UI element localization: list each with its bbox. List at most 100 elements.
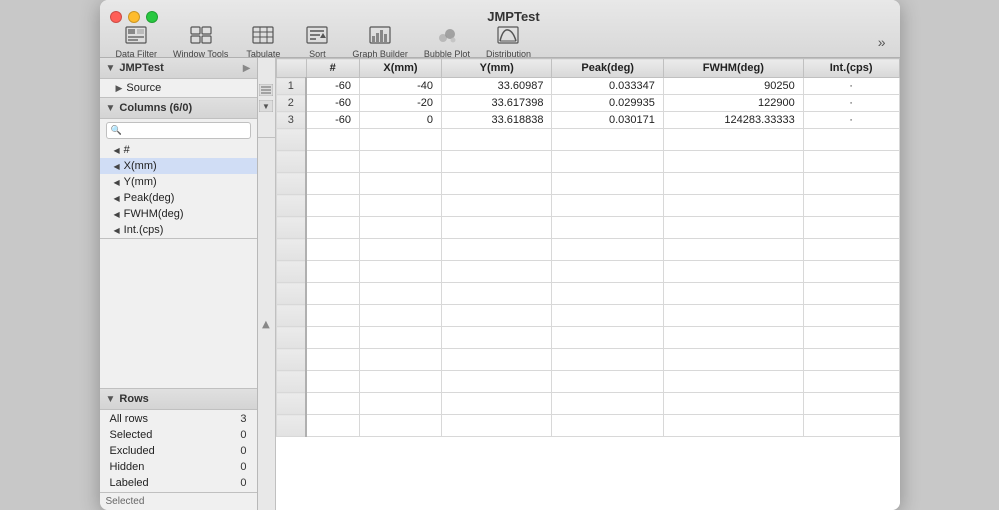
- col-triangle-icon: ◀: [114, 210, 120, 219]
- sidebar: ▼ JMPTest ▶ ▶ Source ▼ Columns (6/0) 🔍: [100, 58, 258, 510]
- toolbar-data-filter[interactable]: Data Filter: [110, 24, 164, 61]
- columns-search[interactable]: 🔍: [106, 122, 251, 139]
- title-bar: JMPTest Data Filter: [100, 0, 900, 58]
- column-item-int[interactable]: ◀ Int.(cps): [100, 222, 257, 238]
- rows-section-header[interactable]: ▼ Rows: [100, 388, 257, 410]
- col-header-fwhm[interactable]: FWHM(deg): [663, 59, 803, 78]
- rows-selected-value: 0: [214, 428, 254, 442]
- columns-section-label: Columns (6/0): [119, 102, 250, 114]
- cell-3-int: ·: [803, 112, 899, 129]
- cell-2-hash: -60: [306, 95, 359, 112]
- toolbar-distribution[interactable]: Distribution: [480, 24, 537, 61]
- table-row-empty: [276, 415, 899, 437]
- table-row-empty: [276, 393, 899, 415]
- column-item-x[interactable]: ◀ X(mm): [100, 158, 257, 174]
- cell-3-fwhm: 124283.33333: [663, 112, 803, 129]
- col-triangle-icon: ◀: [114, 194, 120, 203]
- col-name-peak: Peak(deg): [124, 192, 175, 204]
- table-row-empty: [276, 327, 899, 349]
- maximize-button[interactable]: [146, 11, 158, 23]
- columns-arrow-icon: ▼: [106, 103, 116, 114]
- jmptest-section: ▼ JMPTest ▶ ▶ Source: [100, 58, 257, 98]
- rows-labeled: Labeled 0: [102, 476, 255, 490]
- rows-section: ▼ Rows All rows 3 Selected 0 Excluded 0: [100, 388, 257, 510]
- close-button[interactable]: [110, 11, 122, 23]
- data-table-container[interactable]: # X(mm) Y(mm) Peak(deg) FWHM(deg) Int.(c…: [276, 58, 900, 510]
- col-triangle-icon: ◀: [114, 226, 120, 235]
- table-row: 2 -60 -20 33.617398 0.029935 122900 ·: [276, 95, 899, 112]
- toolbar: Data Filter Window Tools: [100, 29, 900, 57]
- main-layout: ▼ JMPTest ▶ ▶ Source ▼ Columns (6/0) 🔍: [100, 58, 900, 510]
- col-header-int[interactable]: Int.(cps): [803, 59, 899, 78]
- data-filter-label: Data Filter: [116, 49, 158, 59]
- col-name-int: Int.(cps): [124, 224, 164, 236]
- cell-3-x: 0: [359, 112, 441, 129]
- toolbar-window-tools[interactable]: Window Tools: [167, 24, 234, 61]
- rows-excluded-value: 0: [214, 444, 254, 458]
- rows-hidden-label: Hidden: [102, 460, 213, 474]
- rows-section-label: Rows: [119, 393, 148, 405]
- svg-text:▼: ▼: [262, 102, 270, 111]
- columns-section: ▼ Columns (6/0) 🔍 ◀ # ◀ X(mm) ◀ Y(mm): [100, 98, 257, 239]
- toolbar-bubble-plot[interactable]: Bubble Plot: [418, 24, 476, 61]
- rows-excluded: Excluded 0: [102, 444, 255, 458]
- sidebar-item-source[interactable]: ▶ Source: [100, 79, 257, 97]
- toolbar-sort[interactable]: Sort: [292, 24, 342, 61]
- window-tools-label: Window Tools: [173, 49, 228, 59]
- table-row-empty: [276, 349, 899, 371]
- nav-bottom[interactable]: ▶: [258, 138, 276, 510]
- cell-1-fwhm: 90250: [663, 78, 803, 95]
- selected-status: Selected: [100, 492, 257, 510]
- empty-row-num: [276, 129, 306, 151]
- rows-selected: Selected 0: [102, 428, 255, 442]
- cell-3-hash: -60: [306, 112, 359, 129]
- col-header-hash[interactable]: #: [306, 59, 359, 78]
- col-triangle-icon: ◀: [114, 178, 120, 187]
- tabulate-icon: [252, 26, 274, 48]
- jmptest-arrow-icon: ▼: [106, 63, 116, 74]
- selected-label: Selected: [106, 496, 145, 507]
- minimize-button[interactable]: [128, 11, 140, 23]
- window-controls: [110, 11, 158, 23]
- nav-top[interactable]: ▼: [258, 58, 276, 138]
- col-header-y[interactable]: Y(mm): [442, 59, 552, 78]
- column-item-hash[interactable]: ◀ #: [100, 142, 257, 158]
- toolbar-graph-builder[interactable]: Graph Builder: [346, 24, 414, 61]
- rows-all-rows-value: 3: [214, 412, 254, 426]
- table-row-empty: [276, 239, 899, 261]
- cell-2-y: 33.617398: [442, 95, 552, 112]
- cell-1-int: ·: [803, 78, 899, 95]
- col-header-x[interactable]: X(mm): [359, 59, 441, 78]
- column-item-fwhm[interactable]: ◀ FWHM(deg): [100, 206, 257, 222]
- jmptest-section-label: JMPTest: [119, 62, 242, 74]
- col-name-hash: #: [124, 144, 130, 156]
- data-table: # X(mm) Y(mm) Peak(deg) FWHM(deg) Int.(c…: [276, 58, 900, 437]
- distribution-icon: [497, 26, 519, 48]
- col-triangle-icon: ◀: [114, 146, 120, 155]
- more-tools-button[interactable]: »: [874, 32, 890, 52]
- rows-arrow-icon: ▼: [106, 394, 116, 405]
- table-wrapper: ▼ ▶ # X(mm): [258, 58, 900, 510]
- filter-rows-icon: [259, 84, 273, 96]
- source-label: Source: [126, 82, 161, 94]
- cell-3-y: 33.618838: [442, 112, 552, 129]
- table-row-empty: [276, 371, 899, 393]
- left-nav: ▼ ▶: [258, 58, 276, 510]
- table-header-row: # X(mm) Y(mm) Peak(deg) FWHM(deg) Int.(c…: [276, 59, 899, 78]
- columns-section-header[interactable]: ▼ Columns (6/0): [100, 98, 257, 119]
- filter-cols-icon: ▼: [259, 100, 273, 112]
- cell-2-fwhm: 122900: [663, 95, 803, 112]
- row-num-2: 2: [276, 95, 306, 112]
- jmptest-section-header[interactable]: ▼ JMPTest ▶: [100, 58, 257, 79]
- col-header-peak[interactable]: Peak(deg): [552, 59, 663, 78]
- toolbar-tabulate[interactable]: Tabulate: [238, 24, 288, 61]
- distribution-label: Distribution: [486, 49, 531, 59]
- table-row-empty: [276, 217, 899, 239]
- col-triangle-icon: ◀: [114, 162, 120, 171]
- col-name-x: X(mm): [124, 160, 157, 172]
- cell-2-int: ·: [803, 95, 899, 112]
- rows-all-rows: All rows 3: [102, 412, 255, 426]
- column-item-peak[interactable]: ◀ Peak(deg): [100, 190, 257, 206]
- sort-icon: [306, 26, 328, 48]
- column-item-y[interactable]: ◀ Y(mm): [100, 174, 257, 190]
